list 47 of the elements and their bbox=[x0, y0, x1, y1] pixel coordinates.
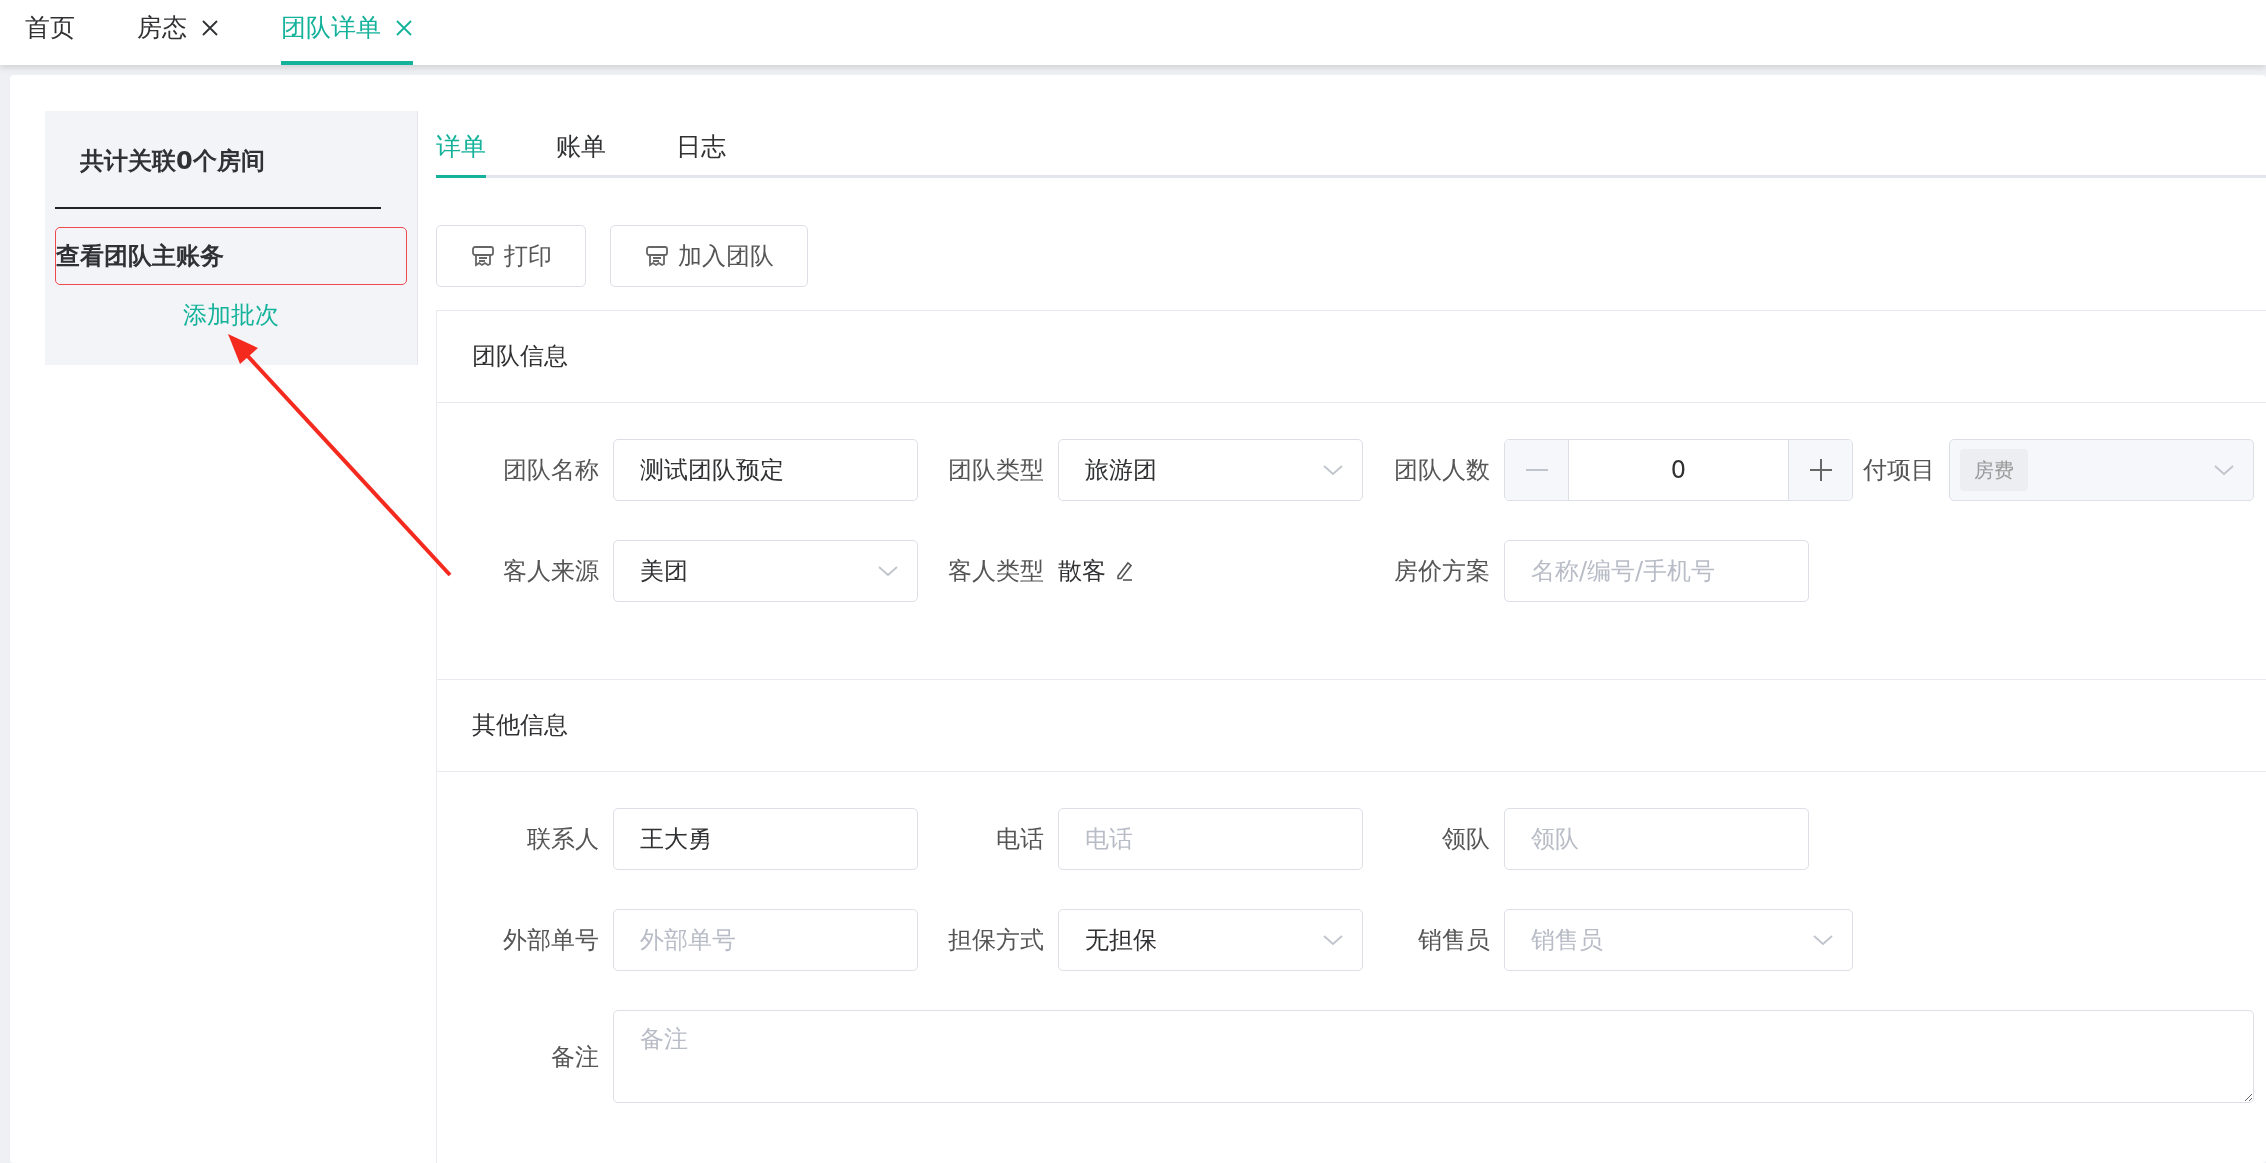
field-label: 团队类型 bbox=[947, 455, 1045, 486]
detail-tab[interactable]: 账单 bbox=[556, 125, 606, 178]
main-account-item[interactable]: 查看团队主账务 bbox=[55, 227, 407, 285]
field-label: 销售员 bbox=[1417, 925, 1491, 956]
field-label: 备注 bbox=[550, 1041, 600, 1073]
chevron-down-icon bbox=[877, 564, 899, 578]
input-field[interactable]: 测试团队预定 bbox=[613, 439, 918, 501]
field-label: 客人类型 bbox=[947, 556, 1045, 587]
input-field[interactable]: 外部单号 bbox=[613, 909, 918, 971]
toolbar-button[interactable]: 打印 bbox=[436, 225, 586, 287]
increment-button[interactable] bbox=[1789, 440, 1852, 500]
tag: 房费 bbox=[1960, 449, 2028, 491]
input-field[interactable]: 领队 bbox=[1504, 808, 1809, 870]
printer-icon bbox=[644, 243, 670, 269]
printer-icon bbox=[470, 243, 496, 269]
field-label: 联系人 bbox=[526, 824, 600, 855]
input-field[interactable]: 王大勇 bbox=[613, 808, 918, 870]
field-value: 散客 bbox=[1058, 556, 1106, 587]
field-label: 付项目 bbox=[1862, 455, 1936, 486]
top-tab[interactable]: 房态 bbox=[137, 0, 219, 65]
input-field[interactable]: 名称/编号/手机号 bbox=[1504, 540, 1809, 602]
select-field[interactable]: 美团 bbox=[613, 540, 918, 602]
room-count-title: 共计关联0个房间 bbox=[79, 146, 266, 177]
chevron-down-icon bbox=[1322, 463, 1344, 477]
field-label: 外部单号 bbox=[502, 925, 600, 956]
detail-tab[interactable]: 日志 bbox=[676, 125, 726, 178]
field-label: 团队人数 bbox=[1393, 455, 1491, 486]
field-label: 团队名称 bbox=[502, 455, 600, 486]
field-label: 客人来源 bbox=[502, 556, 600, 587]
select-field[interactable]: 无担保 bbox=[1058, 909, 1363, 971]
pencil-icon bbox=[1114, 560, 1134, 582]
minus-icon bbox=[1525, 469, 1548, 471]
chevron-down-icon bbox=[1812, 933, 1834, 947]
section-title: 团队信息 bbox=[437, 311, 2266, 403]
textarea-field[interactable]: 备注 bbox=[613, 1010, 2254, 1103]
select-field[interactable]: 旅游团 bbox=[1058, 439, 1363, 501]
top-tab[interactable]: 首页 bbox=[25, 0, 75, 65]
field-label: 领队 bbox=[1441, 824, 1491, 855]
field-label: 担保方式 bbox=[947, 925, 1045, 956]
plus-icon bbox=[1809, 459, 1832, 481]
toolbar-button[interactable]: 加入团队 bbox=[610, 225, 808, 287]
field-label: 房价方案 bbox=[1393, 556, 1491, 587]
chevron-down-icon bbox=[2213, 463, 2235, 477]
field-label: 电话 bbox=[995, 824, 1045, 855]
chevron-down-icon bbox=[1322, 933, 1344, 947]
input-field[interactable]: 电话 bbox=[1058, 808, 1363, 870]
section-title: 其他信息 bbox=[437, 680, 2266, 772]
